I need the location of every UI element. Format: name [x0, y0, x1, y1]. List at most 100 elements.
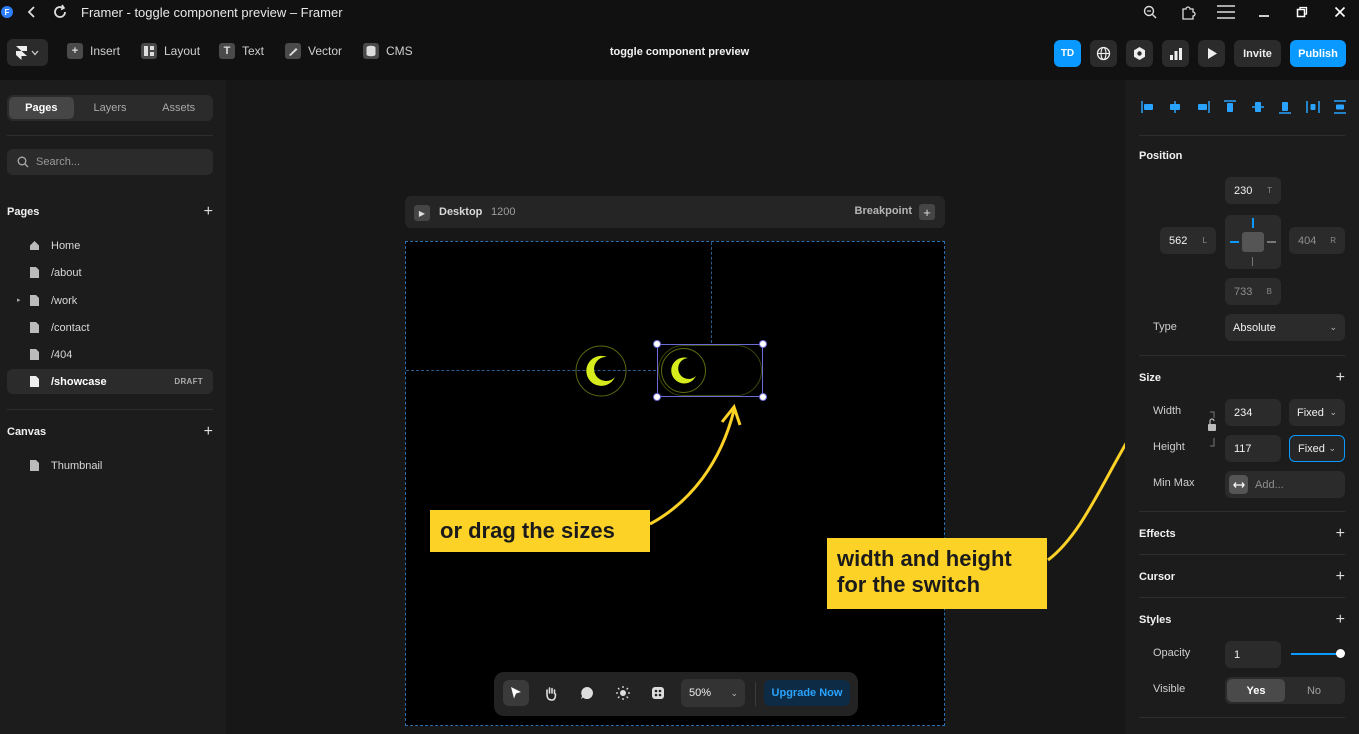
toggle-moon-icon	[661, 348, 706, 393]
add-breakpoint-icon[interactable]: +	[919, 204, 935, 220]
reload-icon[interactable]	[49, 1, 71, 23]
effects-section-header[interactable]: Effects +	[1139, 526, 1345, 542]
page-label: Home	[51, 239, 81, 252]
slider-knob[interactable]	[1336, 649, 1345, 658]
select-cursor-icon[interactable]	[503, 680, 529, 706]
align-left-icon[interactable]	[1139, 98, 1157, 116]
invite-button[interactable]: Invite	[1234, 40, 1281, 67]
page-item-contact[interactable]: /contact	[7, 315, 213, 340]
position-left-field[interactable]: 562 L	[1160, 227, 1216, 254]
align-bottom-icon[interactable]	[1276, 98, 1294, 116]
plugins-icon[interactable]	[1169, 1, 1207, 23]
text-tool[interactable]: T Text	[219, 43, 264, 59]
tab-layers[interactable]: Layers	[78, 97, 143, 119]
constraint-bottom-pin[interactable]	[1252, 257, 1253, 266]
constraint-right-pin[interactable]	[1267, 241, 1276, 243]
position-bottom-field[interactable]: 733 B	[1225, 278, 1281, 305]
resize-handle[interactable]	[653, 393, 661, 401]
editor-canvas[interactable]: ▶ Desktop 1200 Breakpoint + or drag the …	[226, 80, 1125, 734]
page-item-404[interactable]: /404	[7, 342, 213, 367]
visible-toggle[interactable]: Yes No	[1225, 677, 1345, 704]
vector-tool[interactable]: Vector	[285, 43, 342, 59]
add-canvas-icon[interactable]: +	[204, 424, 213, 440]
align-center-h-icon[interactable]	[1166, 98, 1184, 116]
arrow-annotation	[1047, 442, 1125, 562]
visible-no-option[interactable]: No	[1285, 679, 1343, 702]
position-type-select[interactable]: Absolute ⌄	[1225, 314, 1345, 341]
search-box	[7, 149, 213, 175]
user-avatar[interactable]: TD	[1054, 40, 1081, 67]
position-top-field[interactable]: 230 T	[1225, 177, 1281, 204]
align-top-icon[interactable]	[1221, 98, 1239, 116]
moon-icon[interactable]	[574, 344, 628, 398]
settings-icon[interactable]	[1126, 40, 1153, 67]
constraint-left-pin[interactable]	[1230, 241, 1239, 243]
width-input[interactable]: 234	[1225, 399, 1281, 426]
constraints-box[interactable]	[1225, 215, 1281, 269]
add-size-icon[interactable]: +	[1336, 370, 1345, 386]
canvas-item-thumbnail[interactable]: Thumbnail	[7, 453, 213, 478]
styles-section-header[interactable]: Styles +	[1139, 612, 1345, 628]
comment-icon[interactable]	[574, 680, 600, 706]
resize-handle[interactable]	[653, 340, 661, 348]
add-cursor-icon[interactable]: +	[1336, 569, 1345, 585]
page-item-showcase[interactable]: /showcase DRAFT	[7, 369, 213, 394]
insert-tool[interactable]: + Insert	[67, 43, 120, 59]
align-middle-v-icon[interactable]	[1249, 98, 1267, 116]
visible-yes-option[interactable]: Yes	[1227, 679, 1285, 702]
analytics-icon[interactable]	[1162, 40, 1189, 67]
frame-preview-icon[interactable]: ▶	[414, 205, 430, 221]
frame-header[interactable]: ▶ Desktop 1200 Breakpoint +	[405, 196, 945, 228]
min-max-field[interactable]: Add...	[1225, 471, 1345, 498]
position-right-field[interactable]: 404 R	[1289, 227, 1345, 254]
cms-tool[interactable]: CMS	[363, 43, 413, 59]
search-input[interactable]	[36, 156, 186, 168]
back-icon[interactable]	[21, 1, 43, 23]
resize-handle[interactable]	[759, 393, 767, 401]
aspect-lock-icon[interactable]	[1207, 410, 1217, 448]
constraint-top-pin[interactable]	[1252, 218, 1254, 228]
position-left-value: 562	[1169, 234, 1188, 247]
zoom-select[interactable]: 50% ⌄	[681, 679, 745, 707]
add-effect-icon[interactable]: +	[1336, 526, 1345, 542]
width-mode-select[interactable]: Fixed ⌄	[1289, 399, 1345, 426]
add-style-icon[interactable]: +	[1336, 612, 1345, 628]
tab-pages[interactable]: Pages	[9, 97, 74, 119]
menu-icon[interactable]	[1207, 1, 1245, 23]
framer-menu-button[interactable]	[7, 39, 48, 66]
page-item-work[interactable]: ▸ /work	[7, 288, 213, 313]
divider	[1139, 597, 1345, 598]
desktop-frame[interactable]: or drag the sizes width and height for t…	[405, 241, 1047, 726]
hand-icon[interactable]	[538, 680, 564, 706]
resize-handle[interactable]	[759, 340, 767, 348]
opacity-slider[interactable]	[1291, 649, 1345, 658]
field-suffix: B	[1266, 287, 1272, 296]
tab-assets[interactable]: Assets	[146, 97, 211, 119]
opacity-input[interactable]: 1	[1225, 641, 1281, 668]
page-item-home[interactable]: Home	[7, 233, 213, 258]
expand-caret-icon[interactable]: ▸	[17, 296, 21, 304]
minimize-icon[interactable]	[1245, 1, 1283, 23]
upgrade-now-button[interactable]: Upgrade Now	[764, 680, 850, 706]
height-mode-select[interactable]: Fixed ⌄	[1289, 435, 1345, 462]
zoom-search-icon[interactable]	[1131, 1, 1169, 23]
callout-width-height: width and height for the switch	[827, 538, 1047, 609]
publish-button[interactable]: Publish	[1290, 40, 1346, 67]
height-input[interactable]: 117	[1225, 435, 1281, 462]
theme-sun-icon[interactable]	[610, 680, 636, 706]
close-window-icon[interactable]	[1321, 1, 1359, 23]
align-right-icon[interactable]	[1194, 98, 1212, 116]
globe-icon[interactable]	[1090, 40, 1117, 67]
cursor-section-header[interactable]: Cursor +	[1139, 569, 1345, 585]
components-grid-icon[interactable]	[645, 680, 671, 706]
distribute-horizontal-icon[interactable]	[1304, 98, 1322, 116]
layout-tool[interactable]: Layout	[141, 43, 200, 59]
cursor-heading: Cursor	[1139, 571, 1176, 583]
restore-icon[interactable]	[1283, 1, 1321, 23]
distribute-vertical-icon[interactable]	[1331, 98, 1349, 116]
add-page-icon[interactable]: +	[204, 204, 213, 220]
preview-play-icon[interactable]	[1198, 40, 1225, 67]
toggle-switch-selection[interactable]	[653, 340, 767, 401]
size-section-header: Size +	[1139, 370, 1345, 386]
page-item-about[interactable]: /about	[7, 260, 213, 285]
